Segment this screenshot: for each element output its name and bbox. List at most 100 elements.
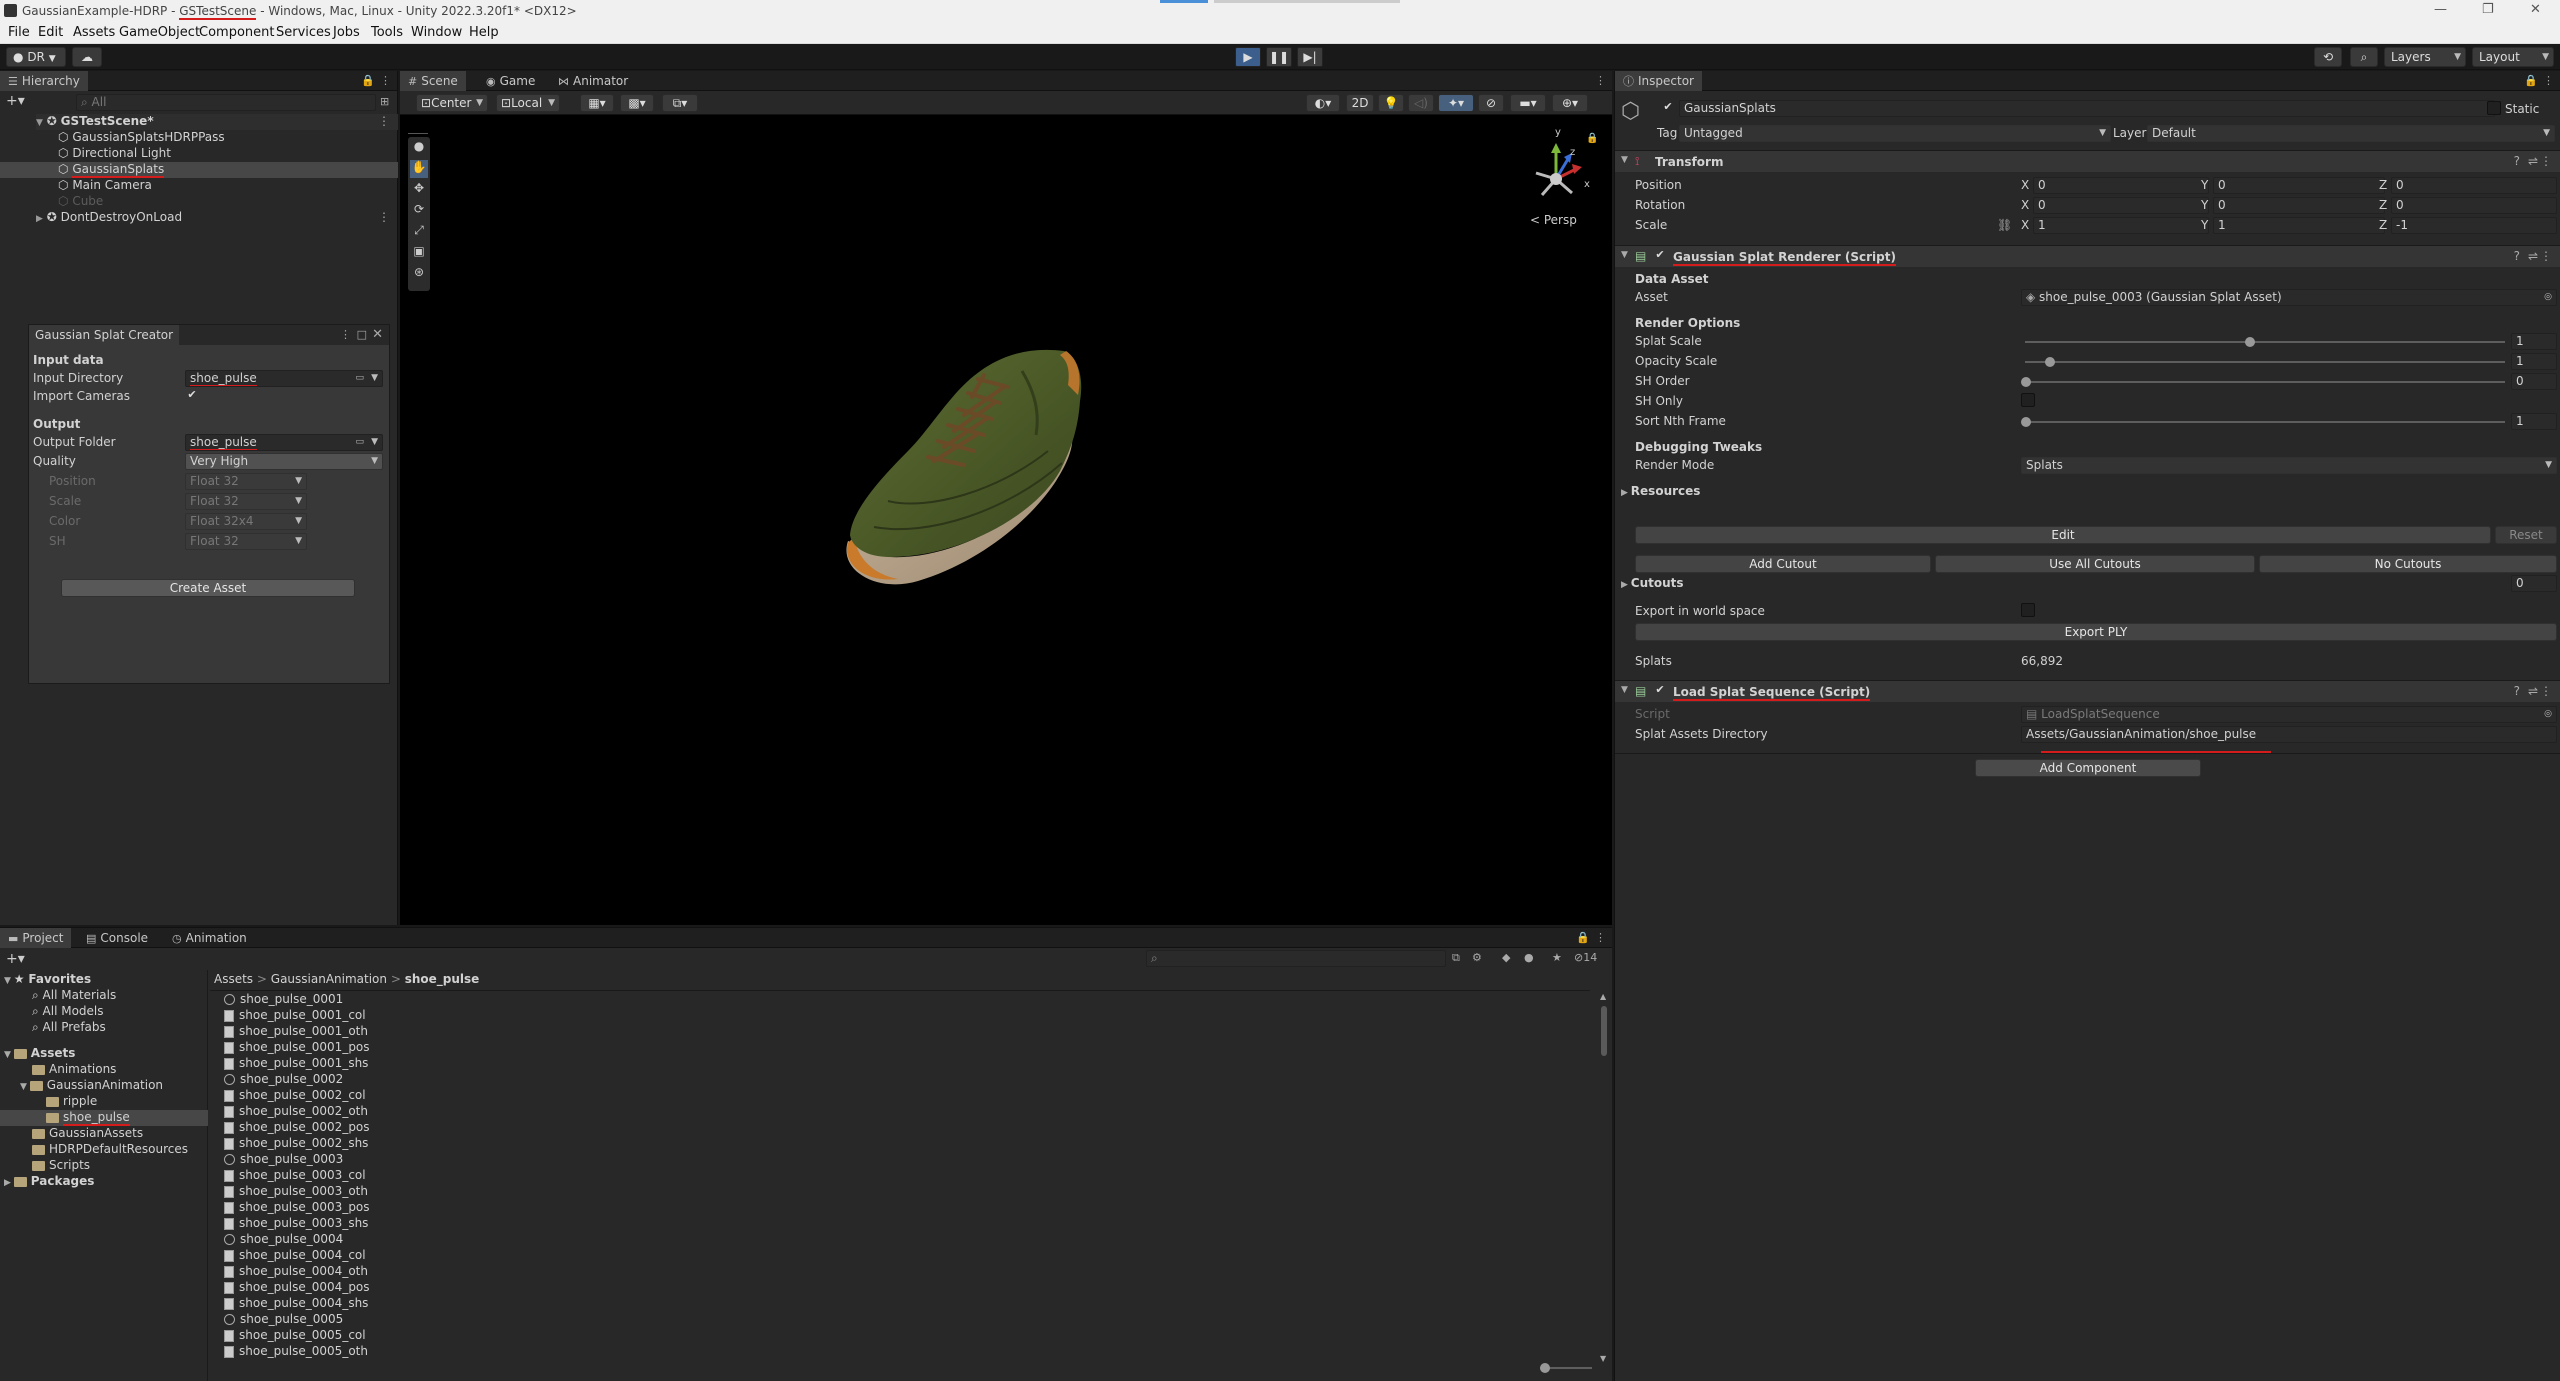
minimize-button[interactable]: — (2434, 2, 2447, 17)
position-y-field[interactable]: 0 (2213, 177, 2385, 194)
menu-services[interactable]: Services (276, 25, 331, 40)
search-by-type-icon[interactable]: ⧉ (1452, 951, 1460, 965)
active-checkbox[interactable]: ✔ (1661, 101, 1675, 115)
sh-order-field[interactable]: 0 (2511, 373, 2557, 390)
object-name-field[interactable]: GaussianSplats (1679, 100, 2495, 117)
layers-dropdown[interactable]: Layers ▼ (2384, 47, 2466, 67)
more-icon[interactable]: ⋮ (1595, 931, 1606, 944)
asset-item[interactable]: shoe_pulse_0003_pos (224, 1200, 370, 1216)
create-asset-button[interactable]: Create Asset (61, 579, 355, 597)
incremental-snap-button[interactable]: ⧉▾ (662, 94, 698, 112)
target-icon[interactable]: ◎ (2544, 290, 2552, 305)
pivot-dropdown[interactable]: ⊡Center ▼ (416, 94, 488, 112)
menu-tools[interactable]: Tools (371, 25, 403, 40)
add-component-button[interactable]: Add Component (1975, 759, 2201, 777)
maximize-icon[interactable]: □ (357, 328, 367, 341)
scale-y-field[interactable]: 1 (2213, 217, 2385, 234)
enabled-checkbox[interactable]: ✔ (1653, 249, 1667, 263)
load-sequence-header[interactable]: ▼ ▤ ✔ Load Splat Sequence (Script) ? ⇌ ⋮ (1615, 680, 2560, 702)
camera-settings-button[interactable]: ▬▾ (1510, 94, 1546, 112)
audio-toggle[interactable]: ◁) (1408, 94, 1434, 112)
asset-item[interactable]: shoe_pulse_0004_shs (224, 1296, 368, 1312)
chevron-down-icon[interactable]: ▼ (371, 435, 378, 450)
transform-tool-icon[interactable]: ⊛ (410, 265, 428, 283)
asset-item[interactable]: shoe_pulse_0003 (224, 1152, 343, 1168)
history-button[interactable]: ⟲ (2314, 47, 2342, 67)
use-all-cutouts-button[interactable]: Use All Cutouts (1935, 555, 2255, 573)
opacity-scale-field[interactable]: 1 (2511, 353, 2557, 370)
asset-item[interactable]: shoe_pulse_0004_col (224, 1248, 366, 1264)
tag-dropdown[interactable]: Untagged ▼ (1679, 125, 2111, 142)
scrollbar[interactable]: ▲ ▼ (1600, 992, 1608, 1366)
maximize-button[interactable]: ❐ (2482, 2, 2494, 17)
rotation-y-field[interactable]: 0 (2213, 197, 2385, 214)
scale-z-field[interactable]: -1 (2391, 217, 2557, 234)
view-tool-icon[interactable]: ● (410, 139, 428, 157)
draw-mode-button[interactable]: ◐▾ (1306, 94, 1340, 112)
menu-component[interactable]: Component (199, 25, 274, 40)
scroll-up-icon[interactable]: ▲ (1600, 992, 1606, 1001)
splat-renderer-header[interactable]: ▼ ▤ ✔ Gaussian Splat Renderer (Script) ?… (1615, 245, 2560, 267)
asset-item[interactable]: shoe_pulse_0004_pos (224, 1280, 370, 1296)
menu-edit[interactable]: Edit (38, 25, 63, 40)
sort-nth-track[interactable] (2025, 421, 2505, 423)
hierarchy-item[interactable]: ⬡ GaussianSplatsHDRPPass (58, 130, 225, 144)
preset-icon[interactable]: ⇌ (2528, 249, 2538, 263)
gizmos-button[interactable]: ⊕▾ (1552, 94, 1588, 112)
asset-item[interactable]: shoe_pulse_0004 (224, 1232, 343, 1248)
move-tool-icon[interactable]: ✥ (410, 181, 428, 199)
lock-icon[interactable]: 🔒 (2524, 74, 2538, 87)
no-cutouts-button[interactable]: No Cutouts (2259, 555, 2557, 573)
packages-folder[interactable]: ▶ Packages (4, 1174, 94, 1188)
tab-hierarchy[interactable]: ☰ Hierarchy (0, 71, 88, 91)
rect-tool-icon[interactable]: ▣ (410, 244, 428, 262)
favorite-all-models[interactable]: ⌕ All Models (32, 1004, 104, 1019)
asset-item[interactable]: shoe_pulse_0003_oth (224, 1184, 368, 1200)
splat-assets-dir-field[interactable]: Assets/GaussianAnimation/shoe_pulse (2021, 726, 2557, 743)
sh-order-track[interactable] (2025, 381, 2505, 383)
asset-item[interactable]: shoe_pulse_0002_col (224, 1088, 366, 1104)
folder-gaussian-animation[interactable]: ▼ GaussianAnimation (20, 1078, 163, 1092)
asset-item[interactable]: shoe_pulse_0001_col (224, 1008, 366, 1024)
tab-inspector[interactable]: ⓘ Inspector (1615, 71, 1702, 91)
scale-x-field[interactable]: 1 (2033, 217, 2209, 234)
edit-button[interactable]: Edit (1635, 526, 2491, 544)
opacity-scale-knob[interactable] (2045, 357, 2055, 367)
tab-animator[interactable]: ⋈ Animator (550, 71, 636, 91)
favorite-all-materials[interactable]: ⌕ All Materials (32, 988, 116, 1003)
transform-header[interactable]: ▼ ⟟ Transform ? ⇌ ⋮ (1615, 150, 2560, 172)
tab-gaussian-splat-creator[interactable]: Gaussian Splat Creator (29, 325, 180, 345)
tag-icon[interactable]: ◆ (1502, 951, 1510, 964)
enabled-checkbox[interactable]: ✔ (1653, 684, 1667, 698)
more-icon[interactable]: ⋮ (340, 328, 351, 341)
opacity-scale-track[interactable] (2025, 361, 2505, 363)
star-icon[interactable]: ★ (1552, 951, 1562, 964)
quality-dropdown[interactable]: Very High ▼ (185, 453, 383, 470)
asset-item[interactable]: shoe_pulse_0001_oth (224, 1024, 368, 1040)
hierarchy-item[interactable]: ⬡ Main Camera (58, 178, 152, 192)
play-button[interactable]: ▶ (1235, 47, 1261, 67)
asset-item[interactable]: shoe_pulse_0002_shs (224, 1136, 368, 1152)
more-icon[interactable]: ⋮ (378, 114, 390, 128)
folder-shoe-pulse-selected[interactable]: shoe_pulse (0, 1110, 208, 1126)
assets-folder[interactable]: ▼ Assets (4, 1046, 75, 1060)
rotate-tool-icon[interactable]: ⟳ (410, 202, 428, 220)
preset-icon[interactable]: ⇌ (2528, 154, 2538, 168)
search-by-label-icon[interactable]: ⚙ (1472, 951, 1482, 964)
icon-size-slider-knob[interactable] (1540, 1363, 1550, 1373)
filter-icon[interactable]: ⊞ (380, 95, 389, 108)
hierarchy-search-input[interactable]: ⌕ All (76, 94, 376, 111)
layout-dropdown[interactable]: Layout ▼ (2472, 47, 2554, 67)
asset-item[interactable]: shoe_pulse_0003_shs (224, 1216, 368, 1232)
tab-console[interactable]: ▤ Console (78, 928, 156, 948)
breadcrumb-gaussian-animation[interactable]: GaussianAnimation (271, 972, 387, 986)
reset-button[interactable]: Reset (2495, 526, 2557, 544)
breadcrumb-assets[interactable]: Assets (214, 972, 253, 986)
link-icon[interactable]: ⛓ (1997, 218, 2012, 232)
project-search-input[interactable]: ⌕ (1146, 950, 1446, 967)
breadcrumb-shoe-pulse[interactable]: shoe_pulse (405, 972, 480, 986)
sh-order-knob[interactable] (2021, 377, 2031, 387)
folder-icon[interactable]: ▭ (355, 435, 364, 450)
hidden-packages-toggle[interactable]: ⊘14 (1574, 951, 1597, 964)
space-dropdown[interactable]: ⊡Local ▼ (496, 94, 560, 112)
